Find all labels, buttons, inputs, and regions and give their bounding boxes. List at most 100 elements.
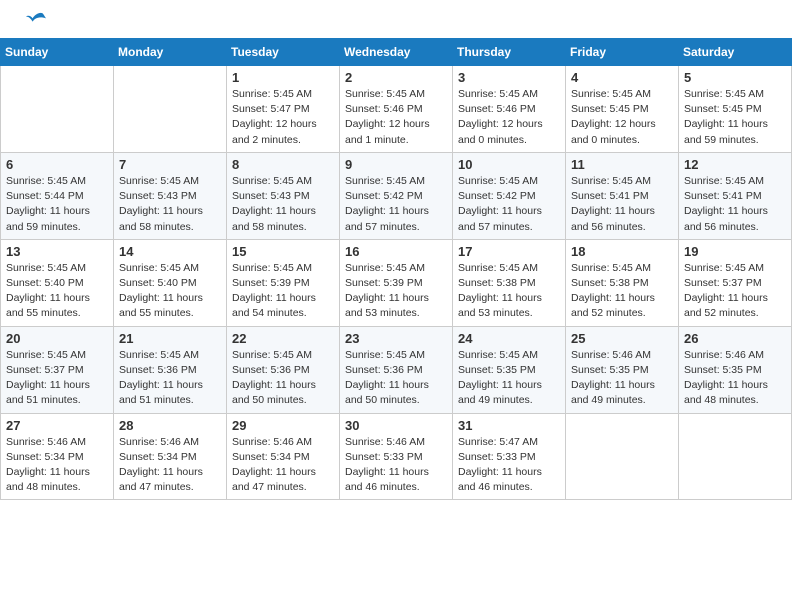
calendar-cell: 10 Sunrise: 5:45 AMSunset: 5:42 PMDayligh… [453,152,566,239]
calendar-cell: 1 Sunrise: 5:45 AMSunset: 5:47 PMDaylight… [227,66,340,153]
calendar-cell: 12 Sunrise: 5:45 AMSunset: 5:41 PMDayligh… [679,152,792,239]
calendar-cell: 14 Sunrise: 5:45 AMSunset: 5:40 PMDayligh… [114,239,227,326]
calendar-cell [114,66,227,153]
calendar-cell: 18 Sunrise: 5:45 AMSunset: 5:38 PMDayligh… [566,239,679,326]
day-info: Sunrise: 5:46 AMSunset: 5:34 PMDaylight:… [6,435,108,496]
header-thursday: Thursday [453,39,566,66]
day-info: Sunrise: 5:45 AMSunset: 5:40 PMDaylight:… [119,261,221,322]
calendar-header-row: SundayMondayTuesdayWednesdayThursdayFrid… [1,39,792,66]
day-number: 21 [119,331,221,346]
day-info: Sunrise: 5:45 AMSunset: 5:38 PMDaylight:… [571,261,673,322]
calendar-cell: 22 Sunrise: 5:45 AMSunset: 5:36 PMDayligh… [227,326,340,413]
day-number: 29 [232,418,334,433]
day-number: 9 [345,157,447,172]
day-info: Sunrise: 5:46 AMSunset: 5:34 PMDaylight:… [119,435,221,496]
calendar-cell: 16 Sunrise: 5:45 AMSunset: 5:39 PMDayligh… [340,239,453,326]
header-wednesday: Wednesday [340,39,453,66]
calendar-week-row: 6Sunrise: 5:45 AMSunset: 5:44 PMDaylight… [1,152,792,239]
calendar-cell: 3 Sunrise: 5:45 AMSunset: 5:46 PMDaylight… [453,66,566,153]
day-info: Sunrise: 5:45 AMSunset: 5:42 PMDaylight:… [345,174,447,235]
day-number: 13 [6,244,108,259]
logo [24,18,46,30]
day-number: 17 [458,244,560,259]
day-number: 15 [232,244,334,259]
day-info: Sunrise: 5:46 AMSunset: 5:34 PMDaylight:… [232,435,334,496]
day-info: Sunrise: 5:45 AMSunset: 5:36 PMDaylight:… [345,348,447,409]
day-info: Sunrise: 5:45 AMSunset: 5:37 PMDaylight:… [684,261,786,322]
day-info: Sunrise: 5:45 AMSunset: 5:35 PMDaylight:… [458,348,560,409]
day-info: Sunrise: 5:45 AMSunset: 5:45 PMDaylight:… [571,87,673,148]
calendar-cell: 8 Sunrise: 5:45 AMSunset: 5:43 PMDaylight… [227,152,340,239]
calendar-cell: 5 Sunrise: 5:45 AMSunset: 5:45 PMDaylight… [679,66,792,153]
day-info: Sunrise: 5:45 AMSunset: 5:42 PMDaylight:… [458,174,560,235]
calendar-cell: 7 Sunrise: 5:45 AMSunset: 5:43 PMDaylight… [114,152,227,239]
header-sunday: Sunday [1,39,114,66]
day-number: 16 [345,244,447,259]
calendar-cell: 26Sunrise: 5:46 AMSunset: 5:35 PMDayligh… [679,326,792,413]
calendar-cell: 11 Sunrise: 5:45 AMSunset: 5:41 PMDayligh… [566,152,679,239]
day-number: 27 [6,418,108,433]
header-friday: Friday [566,39,679,66]
day-info: Sunrise: 5:45 AMSunset: 5:39 PMDaylight:… [345,261,447,322]
day-number: 23 [345,331,447,346]
day-info: Sunrise: 5:46 AMSunset: 5:35 PMDaylight:… [684,348,786,409]
calendar-cell: 30 Sunrise: 5:46 AMSunset: 5:33 PMDayligh… [340,413,453,500]
day-number: 19 [684,244,786,259]
calendar-cell: 31 Sunrise: 5:47 AMSunset: 5:33 PMDayligh… [453,413,566,500]
day-info: Sunrise: 5:46 AMSunset: 5:33 PMDaylight:… [345,435,447,496]
day-info: Sunrise: 5:45 AMSunset: 5:47 PMDaylight:… [232,87,334,148]
calendar-cell: 20Sunrise: 5:45 AMSunset: 5:37 PMDayligh… [1,326,114,413]
calendar-cell: 27 Sunrise: 5:46 AMSunset: 5:34 PMDayligh… [1,413,114,500]
calendar-cell: 17Sunrise: 5:45 AMSunset: 5:38 PMDayligh… [453,239,566,326]
day-info: Sunrise: 5:45 AMSunset: 5:41 PMDaylight:… [684,174,786,235]
day-number: 1 [232,70,334,85]
day-number: 5 [684,70,786,85]
day-number: 18 [571,244,673,259]
logo-bird-icon [26,10,46,30]
calendar-cell: 24 Sunrise: 5:45 AMSunset: 5:35 PMDayligh… [453,326,566,413]
calendar-week-row: 13 Sunrise: 5:45 AMSunset: 5:40 PMDayligh… [1,239,792,326]
calendar-cell: 9 Sunrise: 5:45 AMSunset: 5:42 PMDaylight… [340,152,453,239]
day-number: 24 [458,331,560,346]
day-info: Sunrise: 5:45 AMSunset: 5:36 PMDaylight:… [232,348,334,409]
calendar-week-row: 20Sunrise: 5:45 AMSunset: 5:37 PMDayligh… [1,326,792,413]
calendar-cell: 25 Sunrise: 5:46 AMSunset: 5:35 PMDayligh… [566,326,679,413]
day-number: 31 [458,418,560,433]
calendar-cell: 29 Sunrise: 5:46 AMSunset: 5:34 PMDayligh… [227,413,340,500]
calendar-cell: 4 Sunrise: 5:45 AMSunset: 5:45 PMDaylight… [566,66,679,153]
day-info: Sunrise: 5:46 AMSunset: 5:35 PMDaylight:… [571,348,673,409]
day-number: 7 [119,157,221,172]
day-number: 4 [571,70,673,85]
calendar-week-row: 27 Sunrise: 5:46 AMSunset: 5:34 PMDayligh… [1,413,792,500]
day-info: Sunrise: 5:47 AMSunset: 5:33 PMDaylight:… [458,435,560,496]
day-info: Sunrise: 5:45 AMSunset: 5:43 PMDaylight:… [119,174,221,235]
day-number: 14 [119,244,221,259]
day-info: Sunrise: 5:45 AMSunset: 5:43 PMDaylight:… [232,174,334,235]
calendar-table: SundayMondayTuesdayWednesdayThursdayFrid… [0,38,792,500]
calendar-cell: 13Sunrise: 5:45 AMSunset: 5:40 PMDayligh… [1,239,114,326]
calendar-cell: 2 Sunrise: 5:45 AMSunset: 5:46 PMDaylight… [340,66,453,153]
calendar-cell: 15Sunrise: 5:45 AMSunset: 5:39 PMDayligh… [227,239,340,326]
day-number: 3 [458,70,560,85]
day-number: 2 [345,70,447,85]
day-info: Sunrise: 5:45 AMSunset: 5:45 PMDaylight:… [684,87,786,148]
day-info: Sunrise: 5:45 AMSunset: 5:46 PMDaylight:… [345,87,447,148]
calendar-cell: 23 Sunrise: 5:45 AMSunset: 5:36 PMDayligh… [340,326,453,413]
day-number: 11 [571,157,673,172]
calendar-cell: 28Sunrise: 5:46 AMSunset: 5:34 PMDayligh… [114,413,227,500]
day-number: 25 [571,331,673,346]
page-header [0,0,792,38]
day-number: 12 [684,157,786,172]
day-number: 30 [345,418,447,433]
calendar-cell: 21Sunrise: 5:45 AMSunset: 5:36 PMDayligh… [114,326,227,413]
calendar-cell: 6Sunrise: 5:45 AMSunset: 5:44 PMDaylight… [1,152,114,239]
day-number: 20 [6,331,108,346]
day-info: Sunrise: 5:45 AMSunset: 5:41 PMDaylight:… [571,174,673,235]
day-info: Sunrise: 5:45 AMSunset: 5:46 PMDaylight:… [458,87,560,148]
day-number: 10 [458,157,560,172]
day-number: 22 [232,331,334,346]
calendar-week-row: 1 Sunrise: 5:45 AMSunset: 5:47 PMDaylight… [1,66,792,153]
calendar-cell [1,66,114,153]
day-number: 8 [232,157,334,172]
day-info: Sunrise: 5:45 AMSunset: 5:44 PMDaylight:… [6,174,108,235]
